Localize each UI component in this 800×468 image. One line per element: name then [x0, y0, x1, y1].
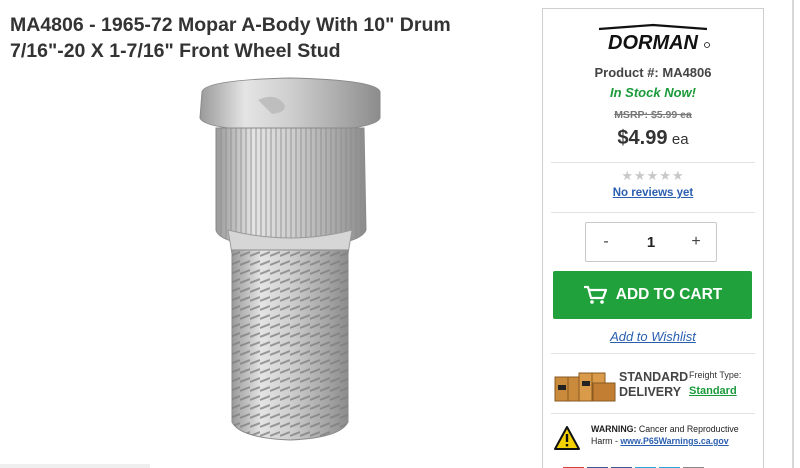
add-to-cart-button[interactable]: ADD TO CART — [553, 271, 752, 319]
warning-message-2: Harm - — [591, 436, 621, 446]
prop65-warning: WARNING: Cancer and Reproductive Harm - … — [553, 423, 757, 457]
standard-delivery-label: STANDARD DELIVERY — [619, 370, 688, 400]
quantity-increment-button[interactable]: + — [676, 233, 716, 251]
rating-stars: ★★★★★ — [621, 168, 685, 183]
divider — [551, 353, 755, 354]
msrp-price: MSRP: $5.99 ea — [614, 109, 692, 121]
product-title-line-2: 7/16"-20 X 1-7/16" Front Wheel Stud — [10, 40, 341, 62]
warning-icon — [554, 426, 580, 450]
no-reviews-link[interactable]: No reviews yet — [543, 187, 763, 199]
delivery-info: STANDARD DELIVERY Freight Type: Standard — [553, 361, 753, 407]
cart-icon — [583, 285, 607, 304]
standard-delivery-line-1: STANDARD — [619, 370, 689, 384]
price-amount: $4.99 — [617, 127, 668, 149]
quantity-input[interactable]: 1 — [626, 234, 676, 251]
price-unit: ea — [671, 131, 689, 148]
stock-status: In Stock Now! — [610, 85, 696, 100]
product-number: Product #: MA4806 — [594, 65, 712, 80]
add-to-wishlist-link[interactable]: Add to Wishlist — [543, 329, 763, 344]
freight-type-label: Freight Type: — [689, 370, 742, 380]
quantity-stepper: - 1 + — [585, 222, 717, 262]
shipping-boxes-icon — [554, 372, 616, 402]
warning-message: Cancer and Reproductive — [638, 424, 739, 434]
product-image-wheel-stud[interactable] — [180, 70, 400, 462]
dorman-logo-text: DORMAN — [608, 32, 699, 53]
product-title: MA4806 - 1965-72 Mopar A-Body With 10" D… — [10, 12, 530, 64]
standard-delivery-line-2: DELIVERY — [619, 385, 682, 399]
divider — [551, 212, 755, 213]
window-edge — [792, 0, 794, 468]
p65-warnings-link[interactable]: www.P65Warnings.ca.gov — [620, 436, 728, 446]
page-margin — [764, 0, 800, 468]
warning-text: WARNING: Cancer and Reproductive Harm - … — [591, 423, 739, 447]
warning-label: WARNING: — [591, 424, 637, 434]
quantity-decrement-button[interactable]: - — [586, 233, 626, 251]
purchase-panel: DORMAN Product #: MA4806 In Stock Now! M… — [542, 8, 764, 468]
dorman-logo: DORMAN — [593, 23, 713, 53]
divider — [551, 413, 755, 414]
add-to-cart-label: ADD TO CART — [615, 286, 723, 303]
sale-price: $4.99 ea — [543, 127, 763, 150]
freight-type-link[interactable]: Standard — [689, 385, 737, 397]
product-title-line-1: MA4806 - 1965-72 Mopar A-Body With 10" D… — [10, 14, 451, 36]
divider — [551, 162, 755, 163]
bottom-strip — [0, 464, 150, 468]
